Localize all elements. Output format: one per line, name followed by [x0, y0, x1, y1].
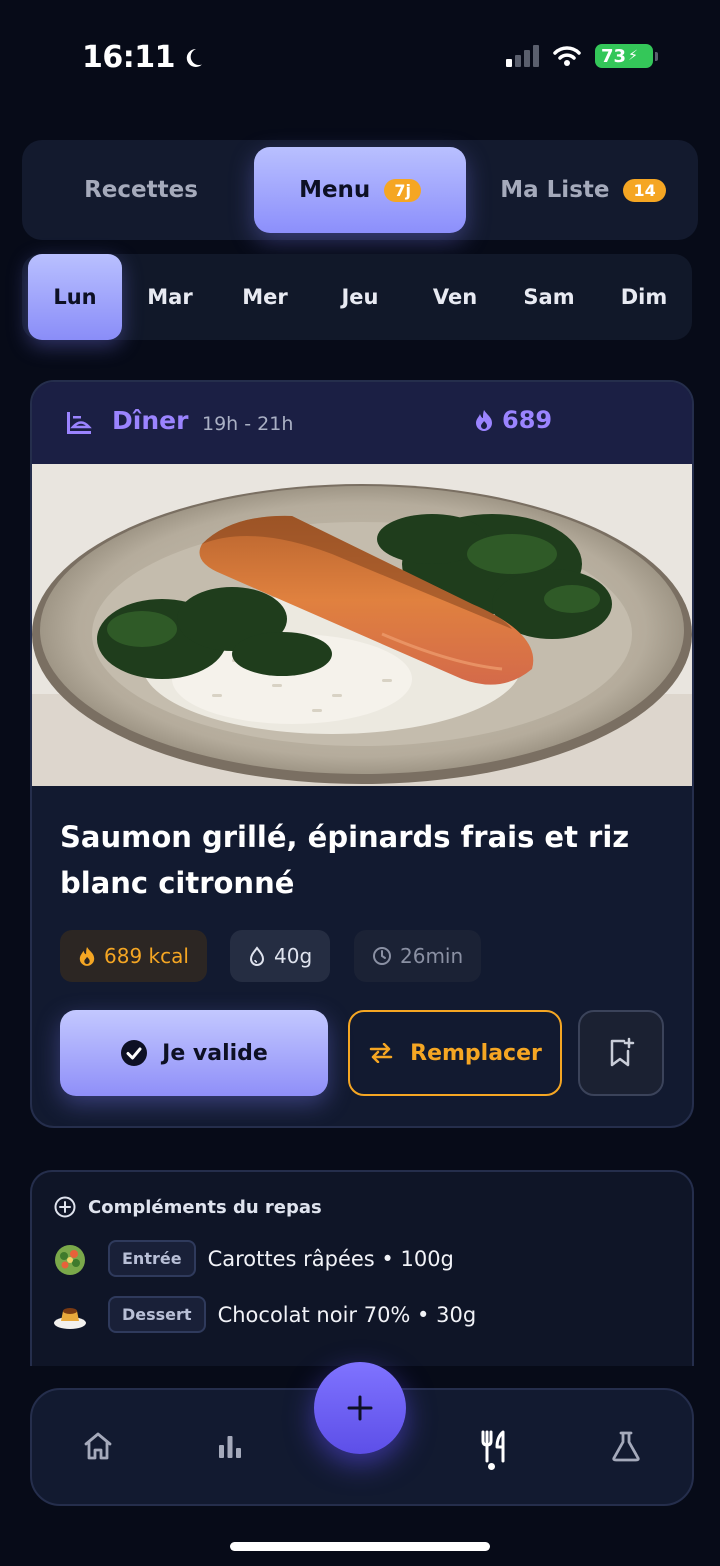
day-sam[interactable]: Sam	[502, 254, 596, 340]
complements-title: Compléments du repas	[88, 1196, 322, 1218]
complement-item[interactable]: Entrée Carottes râpées • 100g	[52, 1240, 454, 1277]
validate-button[interactable]: Je valide	[60, 1010, 328, 1096]
salad-icon	[55, 1244, 85, 1275]
home-icon	[84, 1432, 112, 1460]
complement-tag: Dessert	[108, 1296, 206, 1333]
flame-icon	[79, 947, 95, 966]
day-mer[interactable]: Mer	[218, 254, 312, 340]
moon-icon	[186, 48, 202, 67]
chip-kcal: 689 kcal	[60, 930, 207, 982]
day-dim[interactable]: Dim	[597, 254, 691, 340]
tab-recettes-label: Recettes	[84, 177, 198, 203]
flame-icon	[476, 410, 492, 431]
bookmark-button[interactable]	[578, 1010, 664, 1096]
plus-icon	[347, 1395, 373, 1421]
day-ven[interactable]: Ven	[408, 254, 502, 340]
meal-time-range: 19h - 21h	[202, 413, 294, 435]
stats-icon	[219, 1436, 241, 1458]
replace-button-label: Remplacer	[410, 1040, 542, 1066]
chip-kcal-text: 689 kcal	[104, 944, 189, 968]
meal-card-header: Dîner 19h - 21h 689	[32, 382, 692, 464]
tab-menu-label: Menu	[299, 177, 371, 203]
tab-recettes[interactable]: Recettes	[30, 147, 252, 233]
validate-button-label: Je valide	[162, 1040, 268, 1066]
day-mar[interactable]: Mar	[123, 254, 217, 340]
meal-calories-value: 689	[502, 406, 553, 434]
nav-home[interactable]	[70, 1418, 126, 1474]
nav-lab[interactable]	[598, 1418, 654, 1474]
chip-protein-text: 40g	[274, 944, 313, 968]
home-indicator	[230, 1542, 490, 1551]
tab-menu[interactable]: Menu 7j	[254, 147, 466, 233]
flan-icon	[54, 1307, 86, 1329]
tab-menu-badge: 7j	[384, 178, 421, 202]
status-time-text: 16:11	[82, 40, 176, 75]
complements-header: Compléments du repas	[54, 1196, 322, 1218]
flask-icon	[612, 1431, 640, 1462]
day-selector: Lun Mar Mer Jeu Ven Sam Dim	[22, 254, 692, 340]
drop-icon	[249, 946, 265, 966]
wifi-icon	[553, 46, 581, 66]
nav-stats[interactable]	[202, 1418, 258, 1474]
status-indicators: 73 ⚡	[506, 44, 658, 68]
chip-duration: 26min	[354, 930, 482, 982]
swap-icon	[369, 1043, 393, 1063]
complement-text: Carottes râpées • 100g	[207, 1246, 454, 1271]
add-button[interactable]	[314, 1362, 406, 1454]
cutlery-icon	[481, 1430, 505, 1463]
dish-photo	[32, 464, 692, 786]
battery-icon: 73 ⚡	[595, 44, 658, 68]
complement-item[interactable]: Dessert Chocolat noir 70% • 30g	[52, 1296, 476, 1333]
chip-duration-text: 26min	[400, 944, 464, 968]
complement-tag: Entrée	[108, 1240, 196, 1277]
check-icon	[121, 1040, 148, 1066]
nav-active-indicator	[488, 1463, 495, 1470]
complement-text: Chocolat noir 70% • 30g	[217, 1302, 477, 1327]
status-time: 16:11	[82, 40, 205, 75]
battery-level: 73	[601, 45, 627, 67]
meal-title: Dîner	[112, 406, 189, 435]
chip-protein: 40g	[230, 930, 331, 982]
meal-icon	[67, 412, 92, 434]
bookmark-add-icon	[610, 1037, 635, 1067]
dish-name: Saumon grillé, épinards frais et riz bla…	[60, 820, 630, 900]
day-jeu[interactable]: Jeu	[313, 254, 407, 340]
meal-calories: 689	[474, 406, 552, 434]
clock-icon	[373, 947, 391, 965]
signal-icon	[506, 45, 539, 67]
top-tabs: Recettes Menu 7j Ma Liste 14	[22, 140, 698, 240]
tab-ma-liste-label: Ma Liste	[500, 177, 610, 203]
meal-complements: Compléments du repas Entrée Carottes râp…	[30, 1170, 694, 1366]
replace-button[interactable]: Remplacer	[348, 1010, 562, 1096]
plus-circle-icon	[54, 1196, 76, 1218]
meal-card: Dîner 19h - 21h 689 Saumon grillé, épina…	[30, 380, 694, 1128]
day-lun[interactable]: Lun	[28, 254, 122, 340]
tab-ma-liste[interactable]: Ma Liste 14	[474, 147, 692, 233]
tab-ma-liste-badge: 14	[623, 178, 666, 202]
